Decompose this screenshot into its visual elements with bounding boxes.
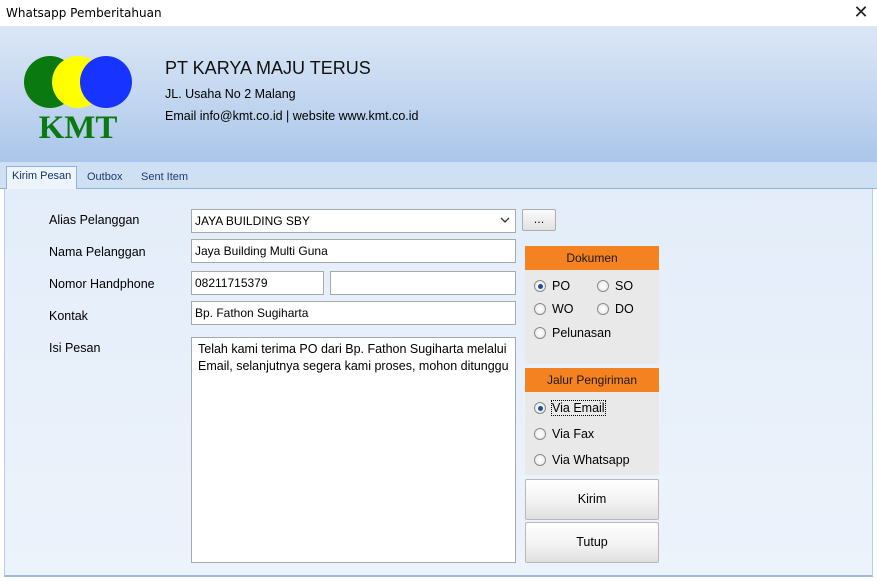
radio-via-fax-indicator [534, 428, 546, 440]
radio-via-whatsapp-indicator [534, 454, 546, 466]
radio-so-indicator [597, 280, 609, 292]
hp-field-secondary[interactable] [330, 271, 516, 295]
company-logo: KMT [24, 56, 132, 140]
alias-label: Alias Pelanggan [49, 213, 140, 227]
nama-field[interactable]: Jaya Building Multi Guna [191, 239, 516, 263]
tutup-button[interactable]: Tutup [525, 522, 659, 563]
chevron-down-icon [500, 217, 510, 223]
radio-do-label: DO [615, 302, 634, 316]
kontak-label: Kontak [49, 309, 88, 323]
tab-outbox[interactable]: Outbox [82, 168, 127, 189]
tab-sent-item[interactable]: Sent Item [136, 168, 193, 189]
radio-wo[interactable]: WO [534, 302, 574, 316]
tab-kirim-pesan[interactable]: Kirim Pesan [6, 166, 78, 190]
radio-po-indicator [534, 280, 546, 292]
radio-wo-indicator [534, 303, 546, 315]
radio-pelunasan-indicator [534, 327, 546, 339]
radio-do[interactable]: DO [597, 302, 634, 316]
radio-wo-label: WO [552, 302, 574, 316]
radio-via-whatsapp-label: Via Whatsapp [552, 453, 630, 467]
company-header: KMT PT KARYA MAJU TERUS JL. Usaha No 2 M… [0, 26, 877, 162]
company-address: JL. Usaha No 2 Malang [165, 87, 296, 101]
browse-customer-button[interactable]: ... [522, 209, 556, 231]
radio-via-fax[interactable]: Via Fax [534, 427, 594, 441]
kontak-field[interactable]: Bp. Fathon Sugiharta [191, 301, 516, 325]
radio-so-label: SO [615, 279, 634, 293]
dokumen-header: Dokumen [525, 246, 659, 270]
nama-label: Nama Pelanggan [49, 245, 146, 259]
window-title: Whatsapp Pemberitahuan [6, 6, 162, 20]
radio-pelunasan[interactable]: Pelunasan [534, 326, 611, 340]
logo-text: KMT [39, 110, 118, 140]
alias-select-value: JAYA BUILDING SBY [195, 214, 310, 228]
radio-po-label: PO [552, 279, 571, 293]
title-bar: Whatsapp Pemberitahuan ✕ [0, 0, 877, 26]
radio-so[interactable]: SO [597, 279, 633, 293]
hp-label: Nomor Handphone [49, 277, 155, 291]
kirim-pesan-panel: Alias Pelanggan JAYA BUILDING SBY ... Na… [4, 189, 873, 577]
close-icon[interactable]: ✕ [851, 2, 871, 24]
company-contact: Email info@kmt.co.id | website www.kmt.c… [165, 109, 419, 123]
radio-via-whatsapp[interactable]: Via Whatsapp [534, 453, 630, 467]
pesan-textarea[interactable]: Telah kami terima PO dari Bp. Fathon Sug… [191, 337, 516, 563]
kirim-button[interactable]: Kirim [525, 479, 659, 520]
radio-via-fax-label: Via Fax [552, 427, 595, 441]
radio-via-email-indicator [534, 402, 546, 414]
jalur-group: Jalur Pengiriman Via Email Via Fax Via W… [525, 368, 659, 475]
company-name: PT KARYA MAJU TERUS [165, 58, 371, 78]
radio-po[interactable]: PO [534, 279, 570, 293]
logo-blue-circle [80, 56, 132, 108]
dokumen-group: Dokumen PO SO WO DO Pelunasan [525, 246, 659, 364]
jalur-header: Jalur Pengiriman [525, 368, 659, 392]
radio-pelunasan-label: Pelunasan [552, 326, 612, 340]
alias-select[interactable]: JAYA BUILDING SBY [191, 209, 516, 233]
radio-via-email-label: Via Email [551, 400, 606, 416]
tab-bar: Kirim Pesan Outbox Sent Item [0, 162, 877, 190]
radio-do-indicator [597, 303, 609, 315]
radio-via-email[interactable]: Via Email [534, 400, 606, 416]
hp-field[interactable]: 08211715379 [191, 271, 324, 295]
pesan-label: Isi Pesan [49, 341, 101, 355]
